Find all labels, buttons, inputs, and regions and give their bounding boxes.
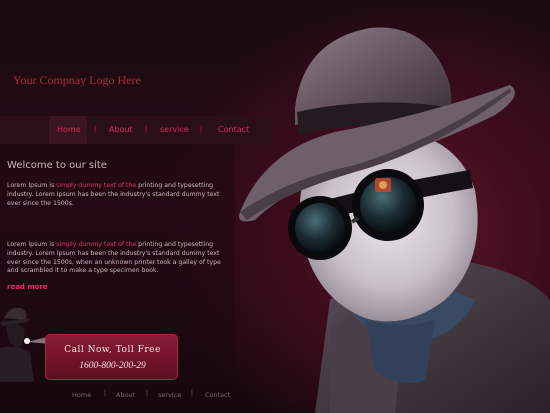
- hero-image: [239, 27, 550, 413]
- nav-separator: |: [94, 124, 97, 133]
- phone-number[interactable]: 1600-800-200-29: [46, 361, 179, 371]
- nav-item-contact[interactable]: Contact: [218, 125, 249, 134]
- read-more-link[interactable]: read more: [7, 283, 48, 291]
- footer-separator: |: [146, 390, 148, 397]
- footer-link-about[interactable]: About: [116, 391, 135, 399]
- call-title: Call Now, Toll Free: [64, 345, 161, 355]
- footer-separator: |: [104, 390, 106, 397]
- nav-separator: |: [200, 124, 203, 133]
- highlight-text: simply dummy text of the: [56, 241, 137, 248]
- footer-link-contact[interactable]: Contact: [205, 391, 230, 399]
- nav-item-about[interactable]: About: [109, 125, 133, 134]
- intro-paragraph-1: Lorem Ipsum is simply dummy text of the …: [7, 182, 220, 207]
- highlight-text: simply dummy text of the: [56, 182, 137, 189]
- welcome-heading: Welcome to our site: [7, 160, 107, 171]
- page: Your Compnay Logo Here Home | About | se…: [0, 0, 550, 413]
- footer-link-home[interactable]: Home: [72, 391, 91, 399]
- main-nav: Home | About | service | Contact: [0, 116, 272, 144]
- footer-separator: |: [191, 390, 193, 397]
- nav-separator: |: [145, 124, 148, 133]
- nav-item-home[interactable]: Home: [57, 125, 81, 134]
- footer-link-service[interactable]: service: [158, 391, 181, 399]
- company-logo[interactable]: Your Compnay Logo Here: [13, 73, 141, 88]
- intro-paragraph-2: Lorem Ipsum is simply dummy text of the …: [7, 241, 221, 275]
- call-to-action-box[interactable]: Call Now, Toll Free 1600-800-200-29: [45, 334, 178, 380]
- nav-item-service[interactable]: service: [160, 125, 189, 134]
